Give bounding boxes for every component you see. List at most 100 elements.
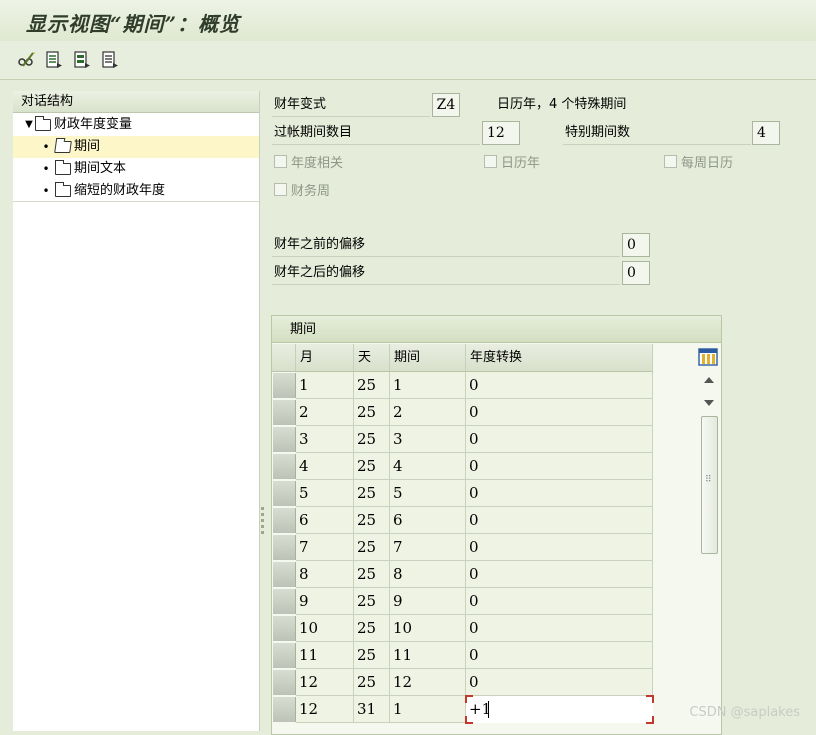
cell-day[interactable]: 31: [354, 696, 390, 723]
cell-period[interactable]: 8: [390, 561, 466, 588]
cell-period[interactable]: 4: [390, 453, 466, 480]
posting-periods-field[interactable]: 12: [482, 121, 520, 145]
scroll-thumb[interactable]: [701, 416, 718, 554]
weekly-calendar-checkbox[interactable]: 每周日历: [664, 150, 733, 172]
cell-period[interactable]: 5: [390, 480, 466, 507]
year-dependent-checkbox[interactable]: 年度相关: [274, 150, 343, 172]
cell-year-shift[interactable]: 0: [466, 480, 653, 507]
cell-period[interactable]: 1: [390, 696, 466, 723]
row-selector[interactable]: [273, 616, 296, 641]
offset-before-field[interactable]: 0: [622, 233, 650, 257]
cell-year-shift[interactable]: 0: [466, 534, 653, 561]
row-selector[interactable]: [273, 400, 296, 425]
cell-month[interactable]: 2: [296, 399, 354, 426]
cell-day[interactable]: 25: [354, 507, 390, 534]
cell-day[interactable]: 25: [354, 480, 390, 507]
select-all-header[interactable]: [272, 344, 296, 371]
table-row: 12 25 12 0: [272, 669, 653, 696]
row-selector[interactable]: [273, 643, 296, 668]
cell-period[interactable]: 12: [390, 669, 466, 696]
cell-month[interactable]: 1: [296, 372, 354, 399]
cell-month[interactable]: 12: [296, 696, 354, 723]
fiscal-year-variant-field[interactable]: Z4: [432, 93, 460, 117]
offset-after-field[interactable]: 0: [622, 261, 650, 285]
table-settings-button[interactable]: [698, 347, 718, 367]
cell-year-shift[interactable]: 0: [466, 372, 653, 399]
document-list-button[interactable]: [100, 50, 120, 70]
cell-month[interactable]: 4: [296, 453, 354, 480]
row-selector[interactable]: [273, 562, 296, 587]
cell-year-shift[interactable]: 0: [466, 426, 653, 453]
scroll-down-icon[interactable]: [704, 400, 714, 406]
cell-period[interactable]: 3: [390, 426, 466, 453]
column-header-day[interactable]: 天: [354, 344, 390, 371]
expand-triangle-icon[interactable]: ▼: [23, 114, 35, 136]
cell-period[interactable]: 2: [390, 399, 466, 426]
row-selector[interactable]: [273, 373, 296, 398]
cell-day[interactable]: 25: [354, 615, 390, 642]
cell-year-shift[interactable]: 0: [466, 669, 653, 696]
scroll-up-icon[interactable]: [704, 377, 714, 383]
cell-day[interactable]: 25: [354, 642, 390, 669]
cell-period[interactable]: 7: [390, 534, 466, 561]
row-selector[interactable]: [273, 535, 296, 560]
cell-month[interactable]: 5: [296, 480, 354, 507]
row-selector[interactable]: [273, 670, 296, 695]
cell-day[interactable]: 25: [354, 453, 390, 480]
cell-month[interactable]: 6: [296, 507, 354, 534]
cell-day[interactable]: 25: [354, 561, 390, 588]
cell-year-shift[interactable]: 0: [466, 642, 653, 669]
cell-day[interactable]: 25: [354, 669, 390, 696]
table-vertical-scrollbar[interactable]: [700, 372, 719, 728]
document-button[interactable]: [44, 50, 64, 70]
cell-month[interactable]: 11: [296, 642, 354, 669]
next-document-button[interactable]: [72, 50, 92, 70]
splitter-handle[interactable]: [261, 505, 265, 545]
row-selector[interactable]: [273, 481, 296, 506]
special-periods-label: 特别期间数: [563, 121, 751, 145]
cell-month[interactable]: 8: [296, 561, 354, 588]
fiscal-week-checkbox[interactable]: 财务周: [274, 178, 330, 200]
special-periods-field[interactable]: 4: [752, 121, 780, 145]
row-selector[interactable]: [273, 508, 296, 533]
cell-period[interactable]: 11: [390, 642, 466, 669]
periods-table: 期间 月 天 期间 年度转换 1 25 1 0 2 25 2 0 3 25 3 0 4 25 4 0 5 25 5 0…: [271, 315, 722, 735]
cell-month[interactable]: 10: [296, 615, 354, 642]
tree-item-shortened-fiscal-years[interactable]: • 缩短的财政年度: [41, 180, 165, 202]
cell-year-shift[interactable]: 0: [466, 453, 653, 480]
cell-day[interactable]: 25: [354, 426, 390, 453]
cell-day[interactable]: 25: [354, 588, 390, 615]
cell-period[interactable]: 6: [390, 507, 466, 534]
cell-day[interactable]: 25: [354, 372, 390, 399]
calendar-year-checkbox[interactable]: 日历年: [484, 150, 540, 172]
cell-month[interactable]: 9: [296, 588, 354, 615]
cell-day[interactable]: 25: [354, 399, 390, 426]
cell-year-shift[interactable]: 0: [466, 399, 653, 426]
display-change-button[interactable]: [16, 50, 36, 70]
cell-year-shift[interactable]: 0: [466, 507, 653, 534]
row-selector[interactable]: [273, 427, 296, 452]
column-header-month[interactable]: 月: [296, 344, 354, 371]
row-selector[interactable]: [273, 697, 296, 722]
cell-year-shift[interactable]: 0: [466, 588, 653, 615]
cell-month[interactable]: 12: [296, 669, 354, 696]
dialog-structure-header: 对话结构: [13, 91, 259, 113]
tree-item-fiscal-year-variant[interactable]: ▼ 财政年度变量: [23, 114, 132, 136]
cell-month[interactable]: 3: [296, 426, 354, 453]
tree-item-periods[interactable]: • 期间: [13, 136, 259, 158]
tree-item-label: 期间: [74, 139, 101, 154]
column-header-period[interactable]: 期间: [390, 344, 466, 371]
cell-year-shift[interactable]: +1: [465, 695, 654, 724]
tree-item-period-texts[interactable]: • 期间文本: [41, 158, 126, 180]
row-selector[interactable]: [273, 454, 296, 479]
row-selector[interactable]: [273, 589, 296, 614]
column-header-year-shift[interactable]: 年度转换: [466, 344, 653, 371]
cell-year-shift[interactable]: 0: [466, 561, 653, 588]
cell-day[interactable]: 25: [354, 534, 390, 561]
cell-year-shift[interactable]: 0: [466, 615, 653, 642]
cell-month[interactable]: 7: [296, 534, 354, 561]
checkbox-label: 年度相关: [291, 155, 344, 171]
cell-period[interactable]: 9: [390, 588, 466, 615]
cell-period[interactable]: 10: [390, 615, 466, 642]
cell-period[interactable]: 1: [390, 372, 466, 399]
